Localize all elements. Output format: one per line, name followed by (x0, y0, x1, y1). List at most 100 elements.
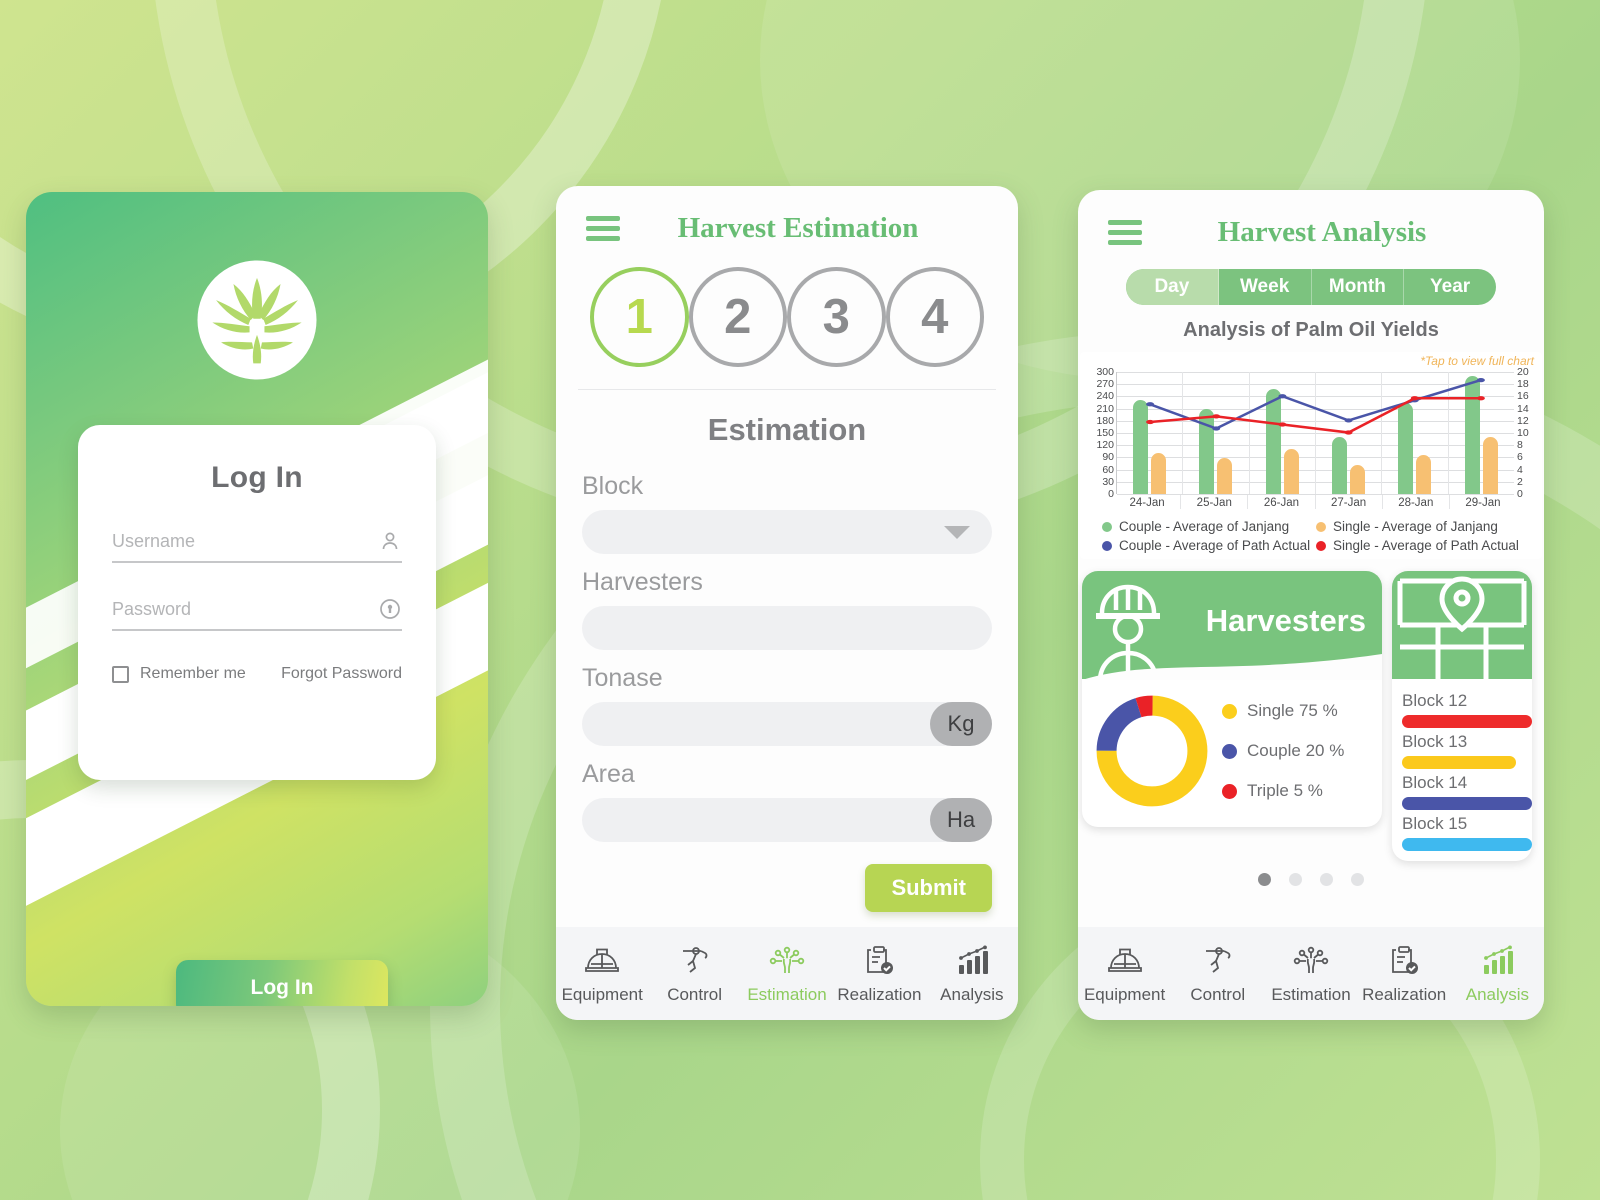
period-year[interactable]: Year (1404, 269, 1496, 305)
map-pin-icon (1397, 576, 1527, 679)
username-field[interactable]: Username (112, 529, 402, 563)
tab-control[interactable]: Control (1171, 927, 1264, 1020)
y-axis-left: 0 30 60 90 120 150 180 210 240 270 300 (1086, 367, 1116, 499)
harvesters-card-header: Harvesters (1082, 571, 1382, 681)
tab-analysis[interactable]: Analysis (1451, 927, 1544, 1020)
login-card: Log In Username Password Remember me For… (78, 425, 436, 780)
y2-tick: 2 (1517, 475, 1523, 488)
legend-label: Couple - Average of Janjang (1119, 519, 1290, 534)
hamburger-menu-icon[interactable] (1108, 220, 1142, 245)
tonase-input[interactable]: Kg (582, 702, 992, 746)
blocks-card[interactable]: Block 12 Block 13 Block 14 Block 15 (1392, 571, 1532, 861)
carousel-dot[interactable] (1258, 873, 1271, 886)
x-tick-label: 24-Jan (1114, 494, 1182, 509)
estimation-screen: Harvest Estimation 1 2 3 4 Estimation Bl… (556, 186, 1018, 1020)
legend-swatch (1222, 783, 1237, 799)
period-week[interactable]: Week (1219, 269, 1312, 305)
step-4[interactable]: 4 (885, 267, 984, 367)
y2-tick: 16 (1517, 390, 1529, 403)
page-title: Log In (211, 461, 303, 494)
remember-me-label: Remember me (140, 665, 246, 682)
tab-label: Control (1190, 984, 1246, 1004)
tab-equipment[interactable]: Equipment (556, 927, 648, 1020)
chart-line (1150, 380, 1481, 428)
carousel-dot[interactable] (1320, 873, 1333, 886)
chart-point (1146, 402, 1155, 407)
carousel-dot[interactable] (1289, 873, 1302, 886)
y2-tick: 12 (1517, 414, 1529, 427)
tab-control[interactable]: Control (648, 927, 740, 1020)
y2-tick: 4 (1517, 463, 1523, 476)
block-bar (1402, 715, 1532, 728)
chart-point (1410, 396, 1419, 401)
y-tick: 180 (1096, 414, 1114, 427)
legend-item: Single - Average of Path Actual (1316, 536, 1530, 555)
harvesters-donut-chart (1096, 695, 1208, 807)
period-day[interactable]: Day (1126, 269, 1219, 305)
legend-label: Couple 20 % (1247, 741, 1345, 760)
chart-point (1278, 422, 1287, 427)
step-1[interactable]: 1 (590, 267, 689, 367)
submit-button[interactable]: Submit (865, 864, 992, 912)
harvesters-card-title: Harvesters (1205, 603, 1366, 638)
section-title: Estimation (707, 412, 867, 447)
chevron-down-icon (944, 525, 970, 539)
harvesters-card[interactable]: Harvesters Single 75 % Couple 20 % Tripl… (1082, 571, 1382, 827)
hamburger-menu-icon[interactable] (586, 216, 620, 241)
step-indicator: 1 2 3 4 (556, 245, 1018, 367)
yields-chart-card[interactable]: *Tap to view full chart 0 30 60 90 120 150 180… (1080, 352, 1542, 559)
summary-cards-row: Harvesters Single 75 % Couple 20 % Tripl… (1082, 571, 1540, 861)
checkbox-box[interactable] (112, 665, 129, 683)
carousel-dot[interactable] (1351, 873, 1364, 886)
app-logo (26, 258, 488, 382)
chart-point (1212, 426, 1221, 431)
tab-estimation[interactable]: Estimation (741, 927, 833, 1020)
tab-realization[interactable]: Realization (1358, 927, 1451, 1020)
clipboard-check-icon (867, 945, 894, 974)
sprayer-worker-icon (682, 946, 708, 973)
tab-estimation[interactable]: Estimation (1264, 927, 1357, 1020)
tab-realization[interactable]: Realization (833, 927, 925, 1020)
node-network-icon (1293, 946, 1329, 973)
chart-point (1476, 396, 1485, 401)
step-2[interactable]: 2 (688, 267, 787, 367)
chart-bar (1283, 449, 1299, 494)
area-input[interactable]: Ha (582, 798, 992, 842)
area-unit: Ha (930, 798, 992, 842)
block-label: Block 15 (1402, 814, 1468, 833)
legend-swatch (1222, 743, 1237, 759)
login-button[interactable]: Log In (176, 960, 388, 1006)
user-icon (382, 532, 398, 550)
chart-title: Analysis of Palm Oil Yields (1183, 319, 1439, 341)
remember-me-checkbox[interactable]: Remember me (112, 665, 246, 683)
block-select[interactable] (582, 510, 992, 554)
tab-label: Estimation (747, 984, 827, 1004)
tab-label: Equipment (561, 984, 643, 1004)
line-series-overlay (1146, 377, 1485, 435)
legend-swatch (1222, 703, 1237, 719)
tab-equipment[interactable]: Equipment (1078, 927, 1171, 1020)
blocks-list: Block 12 Block 13 Block 14 Block 15 (1392, 679, 1532, 861)
harvesters-label: Harvesters (582, 568, 703, 596)
block-bar (1402, 797, 1532, 810)
legend-swatch (1102, 540, 1112, 551)
y-tick: 90 (1102, 451, 1114, 464)
legend-swatch (1316, 521, 1326, 532)
node-network-icon (769, 946, 805, 973)
y-tick: 0 (1108, 487, 1114, 500)
block-bar (1402, 756, 1517, 769)
y2-tick: 18 (1517, 377, 1529, 390)
chart-point (1344, 418, 1353, 423)
harvesters-input[interactable] (582, 606, 992, 650)
sprayer-worker-icon (1205, 946, 1231, 973)
chart-bar (1350, 464, 1366, 494)
bottom-navigation: Equipment Control Estimation Realization… (1078, 927, 1544, 1020)
tab-analysis[interactable]: Analysis (926, 927, 1018, 1020)
period-month[interactable]: Month (1312, 269, 1405, 305)
x-axis-labels: 24-Jan 25-Jan 26-Jan 27-Jan 28-Jan 29-Jan (1114, 494, 1516, 509)
password-field[interactable]: Password (112, 597, 402, 631)
tab-label: Analysis (1465, 984, 1530, 1004)
block-label: Block 12 (1402, 691, 1468, 710)
forgot-password-link[interactable]: Forgot Password (281, 665, 402, 683)
step-3[interactable]: 3 (787, 267, 886, 367)
